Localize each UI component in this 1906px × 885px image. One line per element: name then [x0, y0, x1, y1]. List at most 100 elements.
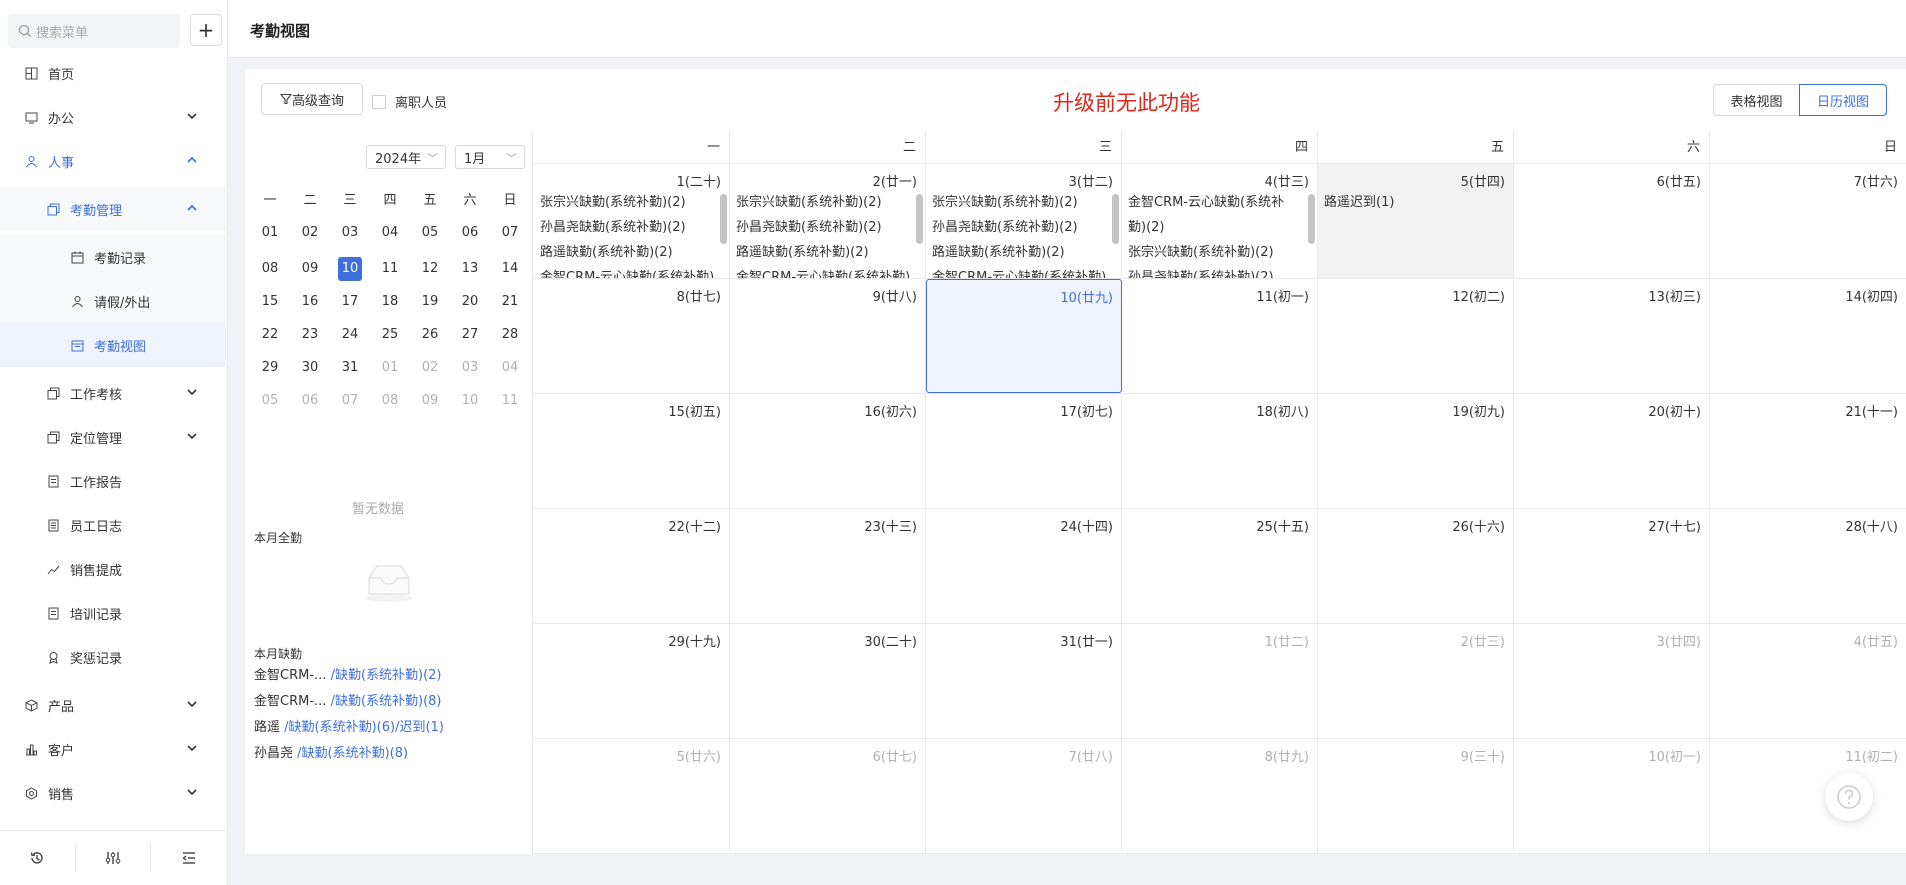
table-view-button[interactable]: 表格视图 [1713, 84, 1800, 116]
mini-day[interactable]: 28 [490, 327, 530, 342]
menu-attendance-records[interactable]: 考勤记录 [0, 235, 226, 279]
history-button[interactable] [0, 844, 76, 872]
mini-day[interactable]: 29 [250, 360, 290, 375]
calendar-day[interactable]: 9(廿八) [730, 279, 926, 393]
calendar-day[interactable]: 22(十二) [534, 509, 730, 623]
mini-day[interactable]: 26 [410, 327, 450, 342]
mini-day[interactable]: 01 [250, 225, 290, 240]
calendar-day[interactable]: 26(十六) [1318, 509, 1514, 623]
calendar-day[interactable]: 29(十九) [534, 624, 730, 738]
mini-day[interactable]: 04 [490, 360, 530, 375]
mini-day[interactable]: 07 [490, 225, 530, 240]
calendar-event[interactable]: 路遥缺勤(系统补勤)(2) [736, 240, 911, 265]
mini-day[interactable]: 08 [370, 393, 410, 408]
mini-day[interactable]: 22 [250, 327, 290, 342]
calendar-day[interactable]: 15(初五) [534, 394, 730, 508]
calendar-day[interactable]: 3(廿二) 张宗兴缺勤(系统补勤)(2) 孙昌尧缺勤(系统补勤)(2) 路遥缺勤(系统… [926, 164, 1122, 278]
calendar-event[interactable]: 路遥缺勤(系统补勤)(2) [540, 240, 715, 265]
mini-day[interactable]: 04 [370, 225, 410, 240]
checkbox-box[interactable] [372, 94, 386, 109]
calendar-view-button[interactable]: 日历视图 [1799, 84, 1887, 116]
calendar-day[interactable]: 4(廿三) 金智CRM-云心缺勤(系统补 勤)(2) 张宗兴缺勤(系统补勤)(2) 孙昌… [1122, 164, 1318, 278]
menu-work-assessment[interactable]: 工作考核 [0, 371, 226, 415]
mini-day[interactable]: 11 [490, 393, 530, 408]
calendar-event[interactable]: 张宗兴缺勤(系统补勤)(2) [736, 190, 911, 215]
help-button[interactable] [1825, 773, 1873, 821]
calendar-event[interactable]: 路遥迟到(1) [1324, 190, 1499, 215]
calendar-event[interactable]: 勤)(2) [1128, 215, 1303, 240]
year-select[interactable]: 2024年 ﹀ [366, 145, 446, 169]
mini-day[interactable]: 23 [290, 327, 330, 342]
calendar-event[interactable]: 孙昌尧缺勤(系统补勤)(2) [540, 215, 715, 240]
menu-sales-commission[interactable]: 销售提成 [0, 547, 226, 591]
calendar-day[interactable]: 23(十三) [730, 509, 926, 623]
absence-link[interactable]: /缺勤(系统补勤)(2) [331, 668, 442, 683]
calendar-day[interactable]: 1(廿二) [1122, 624, 1318, 738]
calendar-day[interactable]: 5(廿六) [534, 739, 730, 853]
calendar-day[interactable]: 30(二十) [730, 624, 926, 738]
event-scrollbar[interactable] [1308, 194, 1315, 244]
advanced-query-button[interactable]: 高级查询 [261, 83, 363, 115]
event-scrollbar[interactable] [1112, 194, 1119, 244]
calendar-day[interactable]: 10(初一) [1514, 739, 1710, 853]
calendar-day[interactable]: 6(廿七) [730, 739, 926, 853]
month-select[interactable]: 1月 ﹀ [455, 145, 525, 169]
menu-staff-log[interactable]: 员工日志 [0, 503, 226, 547]
calendar-event[interactable]: 金智CRM-云心缺勤(系统补勤) [540, 265, 715, 278]
calendar-event[interactable]: 孙昌尧缺勤(系统补勤)(2) [1128, 265, 1303, 278]
absence-link[interactable]: /缺勤(系统补勤)(8) [331, 694, 442, 709]
mini-day[interactable]: 06 [290, 393, 330, 408]
calendar-day[interactable]: 7(廿八) [926, 739, 1122, 853]
mini-day[interactable]: 06 [450, 225, 490, 240]
calendar-day[interactable]: 8(廿七) [534, 279, 730, 393]
calendar-day[interactable]: 3(廿四) [1514, 624, 1710, 738]
calendar-day[interactable]: 25(十五) [1122, 509, 1318, 623]
mini-day[interactable]: 13 [450, 261, 490, 276]
mini-day[interactable]: 02 [410, 360, 450, 375]
mini-day[interactable]: 17 [330, 294, 370, 309]
calendar-day[interactable]: 4(廿五) [1710, 624, 1906, 738]
calendar-day[interactable]: 8(廿九) [1122, 739, 1318, 853]
menu-products[interactable]: 产品 [0, 683, 226, 727]
calendar-event[interactable]: 孙昌尧缺勤(系统补勤)(2) [736, 215, 911, 240]
calendar-day[interactable]: 1(二十) 张宗兴缺勤(系统补勤)(2) 孙昌尧缺勤(系统补勤)(2) 路遥缺勤(系统… [534, 164, 730, 278]
menu-attendance-mgmt[interactable]: 考勤管理 [0, 187, 226, 231]
mini-day[interactable]: 03 [330, 225, 370, 240]
calendar-day[interactable]: 11(初二) [1710, 739, 1906, 853]
menu-training-records[interactable]: 培训记录 [0, 591, 226, 635]
calendar-day[interactable]: 13(初三) [1514, 279, 1710, 393]
calendar-event[interactable]: 金智CRM-云心缺勤(系统补勤) [932, 265, 1107, 278]
menu-office[interactable]: 办公 [0, 95, 226, 139]
mini-day[interactable]: 05 [250, 393, 290, 408]
event-scrollbar[interactable] [916, 194, 923, 244]
resigned-checkbox[interactable]: 离职人员 [372, 92, 447, 111]
calendar-day[interactable]: 9(三十) [1318, 739, 1514, 853]
event-scrollbar[interactable] [720, 194, 727, 244]
mini-day[interactable]: 25 [370, 327, 410, 342]
calendar-day[interactable]: 2(廿三) [1318, 624, 1514, 738]
mini-day[interactable]: 10 [330, 256, 370, 281]
search-input[interactable]: 搜索菜单 [8, 14, 180, 48]
calendar-event[interactable]: 张宗兴缺勤(系统补勤)(2) [540, 190, 715, 215]
calendar-day[interactable]: 18(初八) [1122, 394, 1318, 508]
mini-day[interactable]: 01 [370, 360, 410, 375]
calendar-day[interactable]: 21(十一) [1710, 394, 1906, 508]
add-button[interactable]: + [190, 14, 222, 46]
calendar-event[interactable]: 路遥缺勤(系统补勤)(2) [932, 240, 1107, 265]
mini-day[interactable]: 21 [490, 294, 530, 309]
menu-hr[interactable]: 人事 [0, 139, 226, 183]
menu-customers[interactable]: 客户 [0, 727, 226, 771]
calendar-event[interactable]: 金智CRM-云心缺勤(系统补 [1128, 190, 1303, 215]
mini-day[interactable]: 18 [370, 294, 410, 309]
menu-attendance-view[interactable]: 考勤视图 [0, 323, 226, 367]
calendar-event[interactable]: 孙昌尧缺勤(系统补勤)(2) [932, 215, 1107, 240]
mini-day[interactable]: 16 [290, 294, 330, 309]
mini-day[interactable]: 09 [290, 261, 330, 276]
calendar-day[interactable]: 6(廿五) [1514, 164, 1710, 278]
mini-day[interactable]: 31 [330, 360, 370, 375]
calendar-day[interactable]: 5(廿四) 路遥迟到(1) [1318, 164, 1514, 278]
calendar-day[interactable]: 20(初十) [1514, 394, 1710, 508]
calendar-day[interactable]: 17(初七) [926, 394, 1122, 508]
calendar-day[interactable]: 11(初一) [1122, 279, 1318, 393]
mini-day[interactable]: 03 [450, 360, 490, 375]
